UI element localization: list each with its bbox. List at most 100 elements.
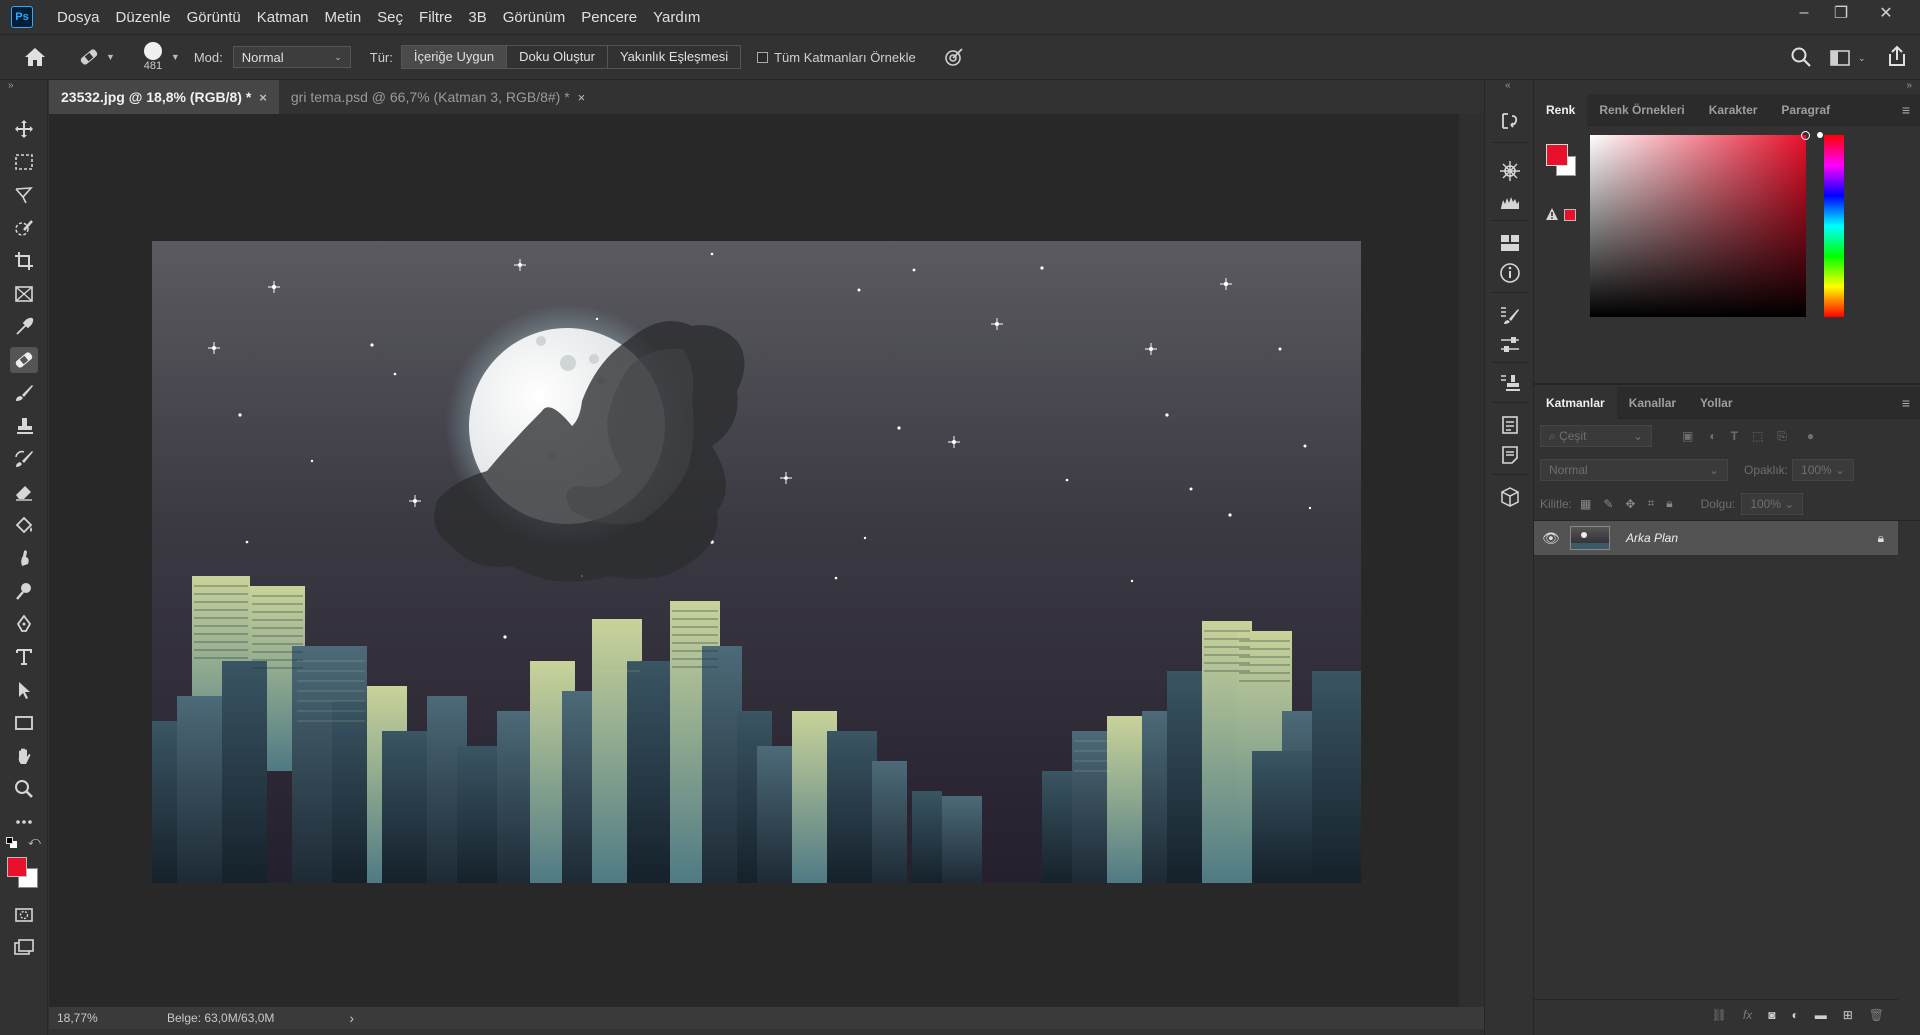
collapse-icon[interactable]: »: [1906, 80, 1912, 91]
pen-tool[interactable]: [10, 611, 38, 637]
hue-slider-handle[interactable]: [1817, 132, 1823, 138]
layer-name[interactable]: Arka Plan: [1626, 531, 1678, 545]
quick-mask-button[interactable]: [10, 902, 38, 928]
chevron-down-icon[interactable]: ▼: [171, 52, 180, 62]
default-colors-icon[interactable]: [6, 837, 18, 849]
adjustments-panel-button[interactable]: [1499, 334, 1521, 356]
image-filter-icon[interactable]: ▣: [1682, 429, 1693, 443]
fx-icon[interactable]: fx: [1743, 1008, 1752, 1022]
minimize-button[interactable]: ‒: [1784, 0, 1824, 26]
new-layer-icon[interactable]: ⊞: [1843, 1008, 1853, 1022]
vertical-scrollbar[interactable]: [1459, 114, 1484, 1007]
lock-transparent-icon[interactable]: ▦: [1580, 497, 1591, 511]
foreground-color-swatch[interactable]: [1546, 144, 1568, 166]
diffraction-button[interactable]: [942, 45, 966, 69]
menu-yardim[interactable]: Yardım: [653, 9, 700, 26]
tab-renk[interactable]: Renk: [1534, 93, 1588, 126]
gamut-swatch[interactable]: [1564, 209, 1576, 221]
lock-position-icon[interactable]: ✥: [1625, 497, 1635, 511]
fill-field[interactable]: 100% ⌄: [1741, 492, 1804, 515]
adjustment-filter-icon[interactable]: ◐: [1709, 429, 1716, 443]
foreground-color-swatch[interactable]: [7, 857, 27, 877]
menu-katman[interactable]: Katman: [257, 9, 309, 26]
info-panel-button[interactable]: [1499, 262, 1521, 284]
folder-icon[interactable]: ▬: [1815, 1008, 1827, 1022]
panel-menu-icon[interactable]: ≡: [1902, 102, 1910, 118]
close-button[interactable]: ✕: [1866, 0, 1906, 26]
healing-brush-tool[interactable]: [10, 347, 38, 373]
history-brush-tool[interactable]: [10, 446, 38, 472]
blend-mode-dropdown[interactable]: Normal ⌄: [1540, 459, 1728, 481]
paint-bucket-tool[interactable]: [10, 512, 38, 538]
smudge-tool[interactable]: [10, 545, 38, 571]
navigator-panel-button[interactable]: [1499, 160, 1521, 182]
restore-button[interactable]: ❐: [1821, 0, 1861, 26]
tab-kanallar[interactable]: Kanallar: [1617, 387, 1688, 419]
menu-goruntu[interactable]: Görüntü: [187, 9, 241, 26]
document-image[interactable]: [152, 241, 1361, 883]
tab-renk-ornekleri[interactable]: Renk Örnekleri: [1587, 94, 1696, 126]
shape-filter-icon[interactable]: ⬚: [1752, 429, 1763, 443]
eraser-tool[interactable]: [10, 479, 38, 505]
tool-preset-picker[interactable]: ▼: [78, 46, 115, 68]
notes-panel-button[interactable]: [1499, 444, 1521, 466]
clone-source-button[interactable]: [1499, 372, 1521, 394]
properties-panel-button[interactable]: [1499, 414, 1521, 436]
frame-tool[interactable]: [10, 281, 38, 307]
dodge-tool[interactable]: [10, 578, 38, 604]
more-tools[interactable]: [10, 809, 38, 835]
lock-all-icon[interactable]: 🔒︎: [1666, 496, 1672, 511]
marquee-tool[interactable]: [10, 149, 38, 175]
close-icon[interactable]: ×: [578, 90, 586, 105]
type-create-texture[interactable]: Doku Oluştur: [507, 46, 608, 68]
tab-23532[interactable]: 23532.jpg @ 18,8% (RGB/8) * ×: [49, 80, 279, 114]
menu-filtre[interactable]: Filtre: [419, 9, 452, 26]
tab-yollar[interactable]: Yollar: [1688, 387, 1744, 419]
status-arrow[interactable]: ›: [349, 1010, 354, 1026]
menu-pencere[interactable]: Pencere: [581, 9, 637, 26]
menu-3b[interactable]: 3B: [468, 9, 486, 26]
screen-mode-button[interactable]: [10, 935, 38, 961]
brush-settings-button[interactable]: [1499, 304, 1521, 326]
lasso-tool[interactable]: [10, 182, 38, 208]
histogram-panel-button[interactable]: [1499, 192, 1521, 214]
tab-karakter[interactable]: Karakter: [1697, 94, 1770, 126]
filter-toggle-icon[interactable]: ●: [1807, 429, 1814, 443]
type-content-aware[interactable]: İçeriğe Uygun: [401, 46, 508, 68]
workspace-button[interactable]: ⌄: [1830, 47, 1866, 69]
mask-icon[interactable]: ◙: [1768, 1008, 1775, 1022]
adjustment-layer-icon[interactable]: ◐: [1791, 1008, 1798, 1022]
tab-katmanlar[interactable]: Katmanlar: [1534, 386, 1617, 419]
zoom-level[interactable]: 18,77%: [57, 1011, 127, 1025]
swap-colors-icon[interactable]: ⤺: [28, 834, 41, 849]
search-button[interactable]: [1790, 46, 1814, 70]
layer-row[interactable]: 👁︎ Arka Plan 🔒︎: [1534, 521, 1898, 555]
path-select-tool[interactable]: [10, 677, 38, 703]
brush-tool[interactable]: [10, 380, 38, 406]
menu-duzenle[interactable]: Düzenle: [116, 9, 171, 26]
quick-select-tool[interactable]: [10, 215, 38, 241]
canvas-area[interactable]: [49, 114, 1459, 1007]
move-tool[interactable]: [10, 116, 38, 142]
link-icon[interactable]: ⛓︎: [1712, 1008, 1727, 1022]
lock-pixels-icon[interactable]: ✎: [1603, 497, 1613, 511]
menu-sec[interactable]: Seç: [377, 9, 403, 26]
type-proximity-match[interactable]: Yakınlık Eşleşmesi: [608, 46, 740, 68]
eyedropper-tool[interactable]: [10, 314, 38, 340]
tab-paragraf[interactable]: Paragraf: [1769, 94, 1842, 126]
sample-all-layers-checkbox[interactable]: Tüm Katmanları Örnekle: [757, 50, 916, 65]
home-button[interactable]: [20, 42, 50, 72]
eye-icon[interactable]: 👁︎: [1542, 530, 1562, 547]
type-tool[interactable]: [10, 644, 38, 670]
menu-dosya[interactable]: Dosya: [57, 9, 100, 26]
mod-dropdown[interactable]: Normal ⌄: [232, 46, 351, 68]
panel-menu-icon[interactable]: ≡: [1902, 395, 1910, 411]
color-field-cursor[interactable]: [1801, 131, 1810, 140]
smart-object-filter-icon[interactable]: ⎘: [1777, 429, 1787, 444]
type-filter-icon[interactable]: T: [1731, 429, 1738, 443]
trash-icon[interactable]: 🗑︎: [1869, 1008, 1884, 1022]
zoom-tool[interactable]: [10, 776, 38, 802]
collapse-icon[interactable]: »: [8, 80, 14, 91]
brush-picker[interactable]: 481: [141, 42, 165, 72]
lock-artboard-icon[interactable]: ⌗: [1647, 496, 1654, 511]
